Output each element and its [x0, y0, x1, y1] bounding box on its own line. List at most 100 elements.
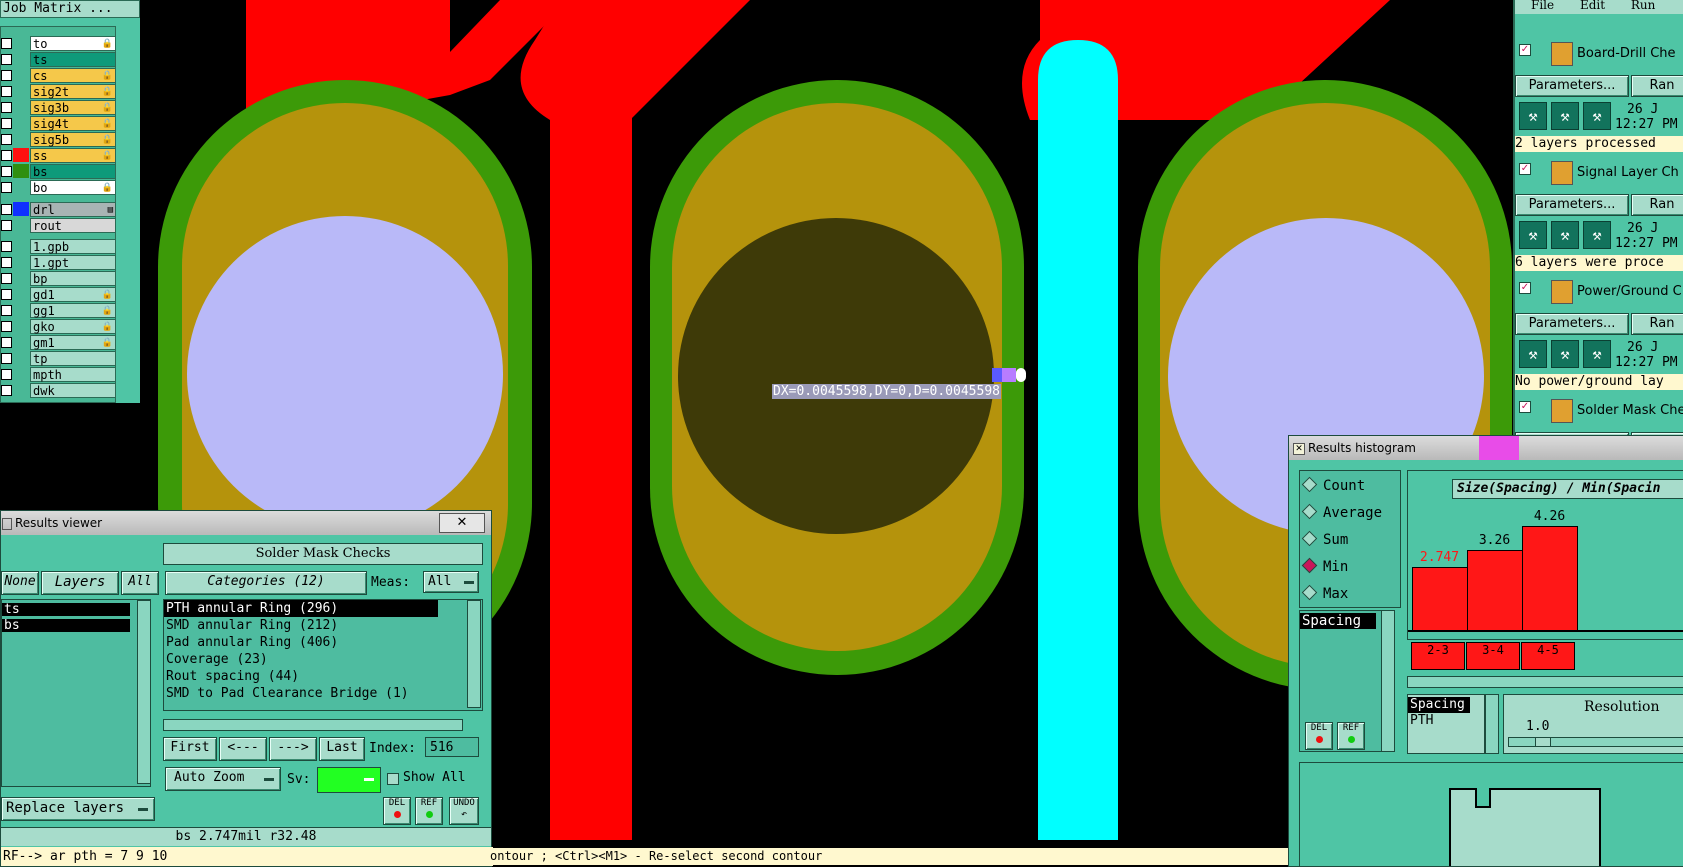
- layer-name[interactable]: bs: [30, 164, 116, 179]
- check-enabled-checkbox[interactable]: ✓: [1519, 282, 1531, 294]
- radio-count[interactable]: Count: [1300, 475, 1392, 497]
- layer-name[interactable]: 1.gpt: [30, 255, 116, 270]
- layer-checkbox[interactable]: [1, 257, 12, 268]
- layer-row-gm1[interactable]: gm1 🔒: [1, 335, 116, 350]
- layer-name[interactable]: 1.gpb: [30, 239, 116, 254]
- stop-check-icon[interactable]: ⚒: [1583, 102, 1611, 130]
- layer-name[interactable]: tp: [30, 351, 116, 366]
- layer-row-bp[interactable]: bp: [1, 271, 116, 286]
- layer-checkbox[interactable]: [1, 134, 12, 145]
- prev-button[interactable]: <---: [219, 737, 267, 761]
- check-label[interactable]: Signal Layer Ch: [1577, 165, 1679, 180]
- layer-row-1-gpb[interactable]: 1.gpb: [1, 239, 116, 254]
- layer-row-sig5b[interactable]: sig5b 🔒: [1, 132, 116, 147]
- view-results-icon[interactable]: ⚒: [1551, 340, 1579, 368]
- layer-name[interactable]: cs 🔒: [30, 68, 116, 83]
- layer-checkbox[interactable]: [1, 353, 12, 364]
- layer-color-swatch[interactable]: [13, 52, 29, 66]
- category-hscrollbar[interactable]: [163, 719, 463, 731]
- layer-color-swatch[interactable]: [13, 68, 29, 82]
- ran-button[interactable]: Ran: [1631, 75, 1683, 97]
- radio-min[interactable]: Min: [1300, 556, 1392, 578]
- parameters-button[interactable]: Parameters...: [1515, 313, 1629, 335]
- layer-color-swatch[interactable]: [13, 351, 29, 365]
- histogram-bar[interactable]: [1412, 567, 1468, 632]
- close-button[interactable]: ✕: [439, 513, 485, 533]
- layer-color-swatch[interactable]: [13, 255, 29, 269]
- layer-color-swatch[interactable]: [13, 218, 29, 232]
- layer-name[interactable]: gd1 🔒: [30, 287, 116, 302]
- check-row[interactable]: ✓ Power/Ground C: [1515, 278, 1683, 308]
- layer-name[interactable]: ss 🔒: [30, 148, 116, 163]
- stop-check-icon[interactable]: ⚒: [1583, 221, 1611, 249]
- layer-name[interactable]: dwk: [30, 383, 116, 398]
- layer-color-swatch[interactable]: [13, 383, 29, 397]
- layer-checkbox[interactable]: [1, 86, 12, 97]
- layer-name[interactable]: sig5b 🔒: [30, 132, 116, 147]
- replace-layers-dropdown[interactable]: Replace layers: [1, 797, 155, 821]
- category-item[interactable]: Coverage (23): [164, 651, 438, 668]
- category-list[interactable]: PTH annular Ring (296) SMD annular Ring (…: [163, 599, 483, 711]
- layer-list-scrollbar[interactable]: [137, 600, 151, 784]
- layer-color-swatch[interactable]: [13, 335, 29, 349]
- layer-color-swatch[interactable]: [13, 164, 29, 178]
- layer-row-sig4t[interactable]: sig4t 🔒: [1, 116, 116, 131]
- layer-color-swatch[interactable]: [13, 84, 29, 98]
- hist-refresh-button[interactable]: REF: [1337, 722, 1365, 750]
- layer-checkbox[interactable]: [1, 102, 12, 113]
- show-all-checkbox[interactable]: [387, 773, 399, 785]
- last-button[interactable]: Last: [319, 737, 365, 761]
- view-results-icon[interactable]: ⚒: [1551, 221, 1579, 249]
- layer-name[interactable]: gg1 🔒: [30, 303, 116, 318]
- layer-checkbox[interactable]: [1, 70, 12, 81]
- severity-dropdown[interactable]: [317, 767, 381, 793]
- histogram-bar[interactable]: [1522, 526, 1578, 632]
- radio-average[interactable]: Average: [1300, 502, 1392, 524]
- chart-hscrollbar[interactable]: [1407, 676, 1683, 688]
- layer-checkbox[interactable]: [1, 150, 12, 161]
- resolution-slider[interactable]: [1508, 737, 1683, 747]
- window-close-icon[interactable]: ✕: [1293, 442, 1305, 455]
- layer-row-bs[interactable]: bs: [1, 164, 116, 179]
- layer-name[interactable]: sig3b 🔒: [30, 100, 116, 115]
- category-item[interactable]: Pad annular Ring (406): [164, 634, 438, 651]
- stop-check-icon[interactable]: ⚒: [1583, 340, 1611, 368]
- layer-color-swatch[interactable]: [13, 148, 29, 162]
- run-check-icon[interactable]: ⚒: [1519, 340, 1547, 368]
- view-results-icon[interactable]: ⚒: [1551, 102, 1579, 130]
- layer-row-bo[interactable]: bo 🔒: [1, 180, 116, 195]
- layer-checkbox[interactable]: [1, 38, 12, 49]
- auto-zoom-dropdown[interactable]: Auto Zoom: [165, 767, 281, 791]
- histogram-titlebar[interactable]: ✕ Results histogram: [1289, 436, 1683, 460]
- layer-checkbox[interactable]: [1, 337, 12, 348]
- radio-max[interactable]: Max: [1300, 583, 1392, 605]
- check-row[interactable]: ✓ Board-Drill Che: [1515, 40, 1683, 70]
- categories-button[interactable]: Categories (12): [165, 571, 367, 595]
- layer-checkbox[interactable]: [1, 305, 12, 316]
- histogram-bar[interactable]: [1467, 550, 1523, 632]
- layer-name[interactable]: ts: [30, 52, 116, 67]
- check-row[interactable]: ✓ Signal Layer Ch: [1515, 159, 1683, 189]
- layer-row-ss[interactable]: ss 🔒: [1, 148, 116, 163]
- check-enabled-checkbox[interactable]: ✓: [1519, 44, 1531, 56]
- menu-file[interactable]: File: [1531, 0, 1554, 12]
- layer-name[interactable]: gko 🔒: [30, 319, 116, 334]
- layer-checkbox[interactable]: [1, 385, 12, 396]
- layer-color-swatch[interactable]: [13, 36, 29, 50]
- layer-checkbox[interactable]: [1, 289, 12, 300]
- layer-row-gg1[interactable]: gg1 🔒: [1, 303, 116, 318]
- run-check-icon[interactable]: ⚒: [1519, 221, 1547, 249]
- check-label[interactable]: Solder Mask Che: [1577, 403, 1683, 418]
- layer-checkbox[interactable]: [1, 204, 12, 215]
- layer-name[interactable]: bo 🔒: [30, 180, 116, 195]
- check-row[interactable]: ✓ Solder Mask Che: [1515, 397, 1683, 427]
- layer-checkbox[interactable]: [1, 273, 12, 284]
- layer-checkbox[interactable]: [1, 182, 12, 193]
- layer-row-tp[interactable]: tp: [1, 351, 116, 366]
- menu-run[interactable]: Run: [1631, 0, 1656, 12]
- layer-color-swatch[interactable]: [13, 116, 29, 130]
- layer-color-swatch[interactable]: [13, 303, 29, 317]
- ran-button[interactable]: Ran: [1631, 313, 1683, 335]
- category-item[interactable]: PTH annular Ring (296): [164, 600, 438, 617]
- sub-item-spacing[interactable]: Spacing: [1408, 697, 1470, 713]
